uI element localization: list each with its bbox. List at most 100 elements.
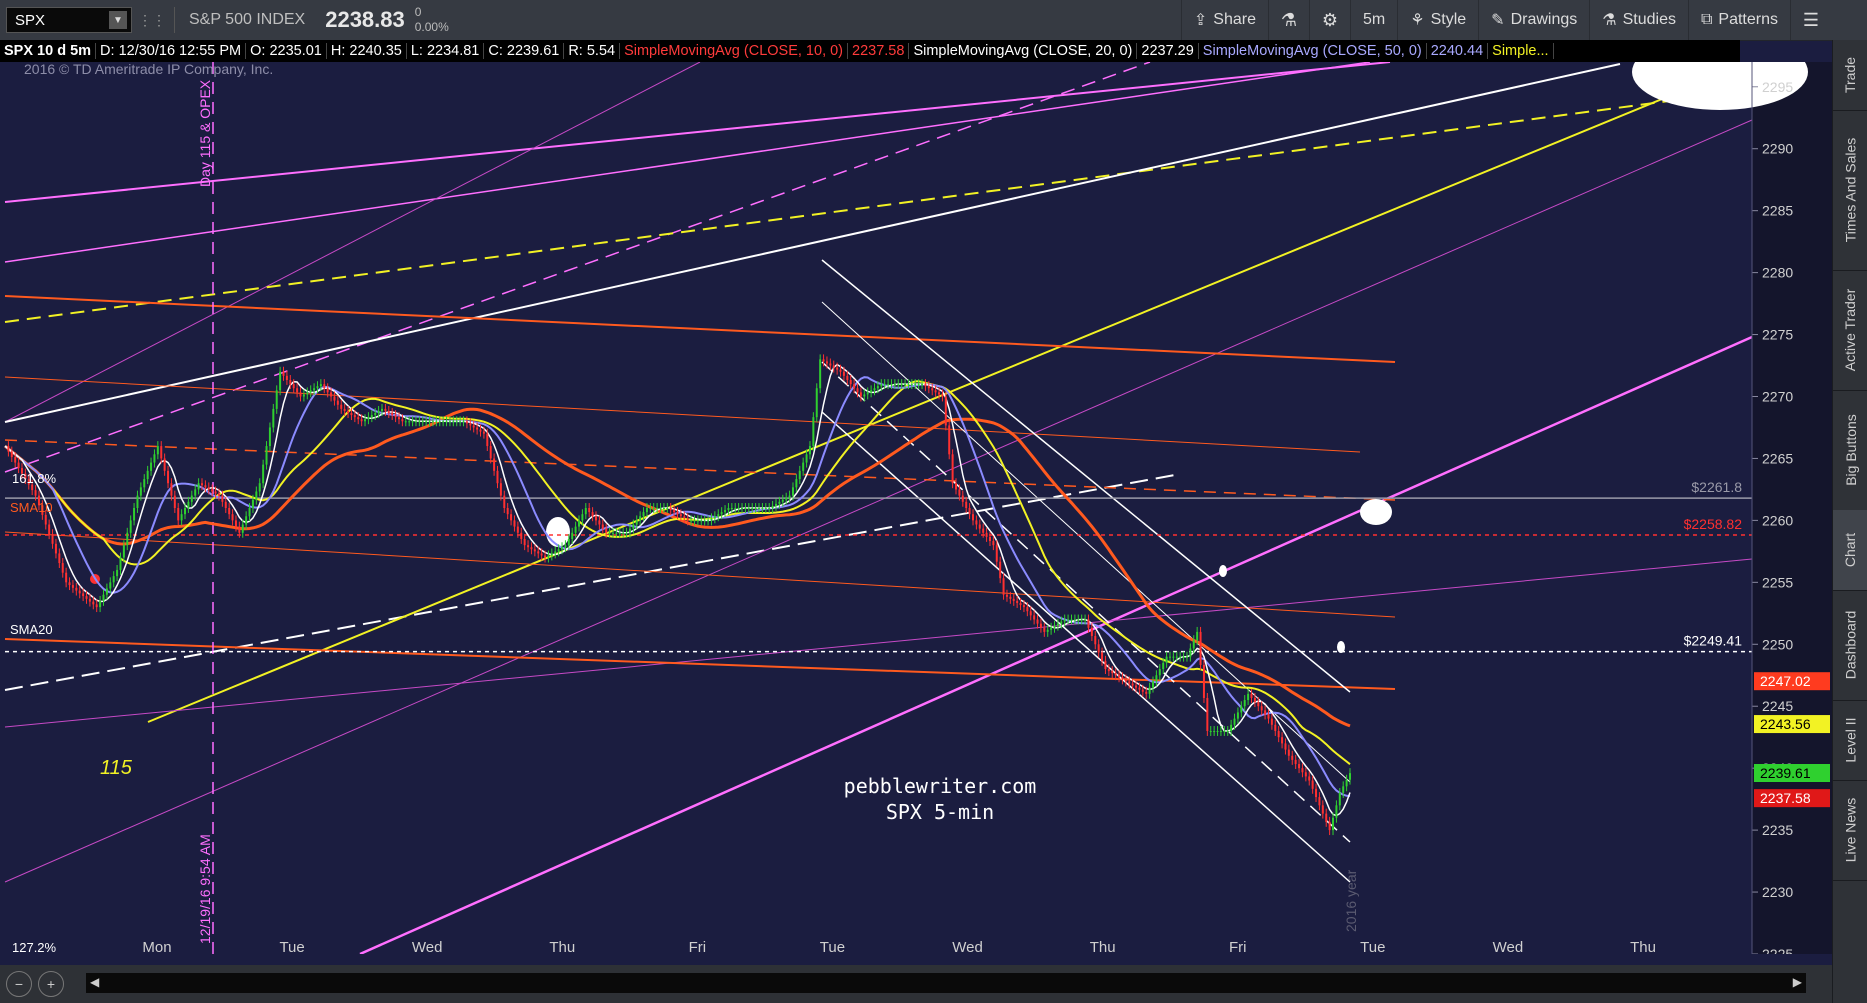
tab-live-news[interactable]: Live News bbox=[1833, 780, 1867, 881]
candle-body bbox=[245, 516, 248, 525]
flask-icon[interactable]: ⚗ bbox=[1268, 0, 1309, 40]
style-icon: ⚘ bbox=[1410, 12, 1425, 29]
candle-body bbox=[934, 390, 937, 393]
candle-body bbox=[1124, 679, 1127, 682]
studies-button[interactable]: ⚗ Studies bbox=[1589, 0, 1688, 40]
more-studies[interactable]: Simple... bbox=[1488, 43, 1554, 59]
scroll-left-icon[interactable]: ◀ bbox=[90, 975, 99, 989]
candle-body bbox=[1182, 656, 1185, 658]
candle-body bbox=[1219, 731, 1222, 732]
y-tick-label: 2280 bbox=[1762, 265, 1793, 281]
candle-body bbox=[156, 446, 159, 455]
candle-body bbox=[1199, 631, 1202, 665]
candle-body bbox=[1260, 706, 1263, 711]
candle-body bbox=[1315, 788, 1318, 798]
zoom-in-icon[interactable]: + bbox=[38, 971, 64, 997]
candle-body bbox=[465, 421, 468, 424]
candle-body bbox=[1325, 813, 1328, 822]
candle-body bbox=[105, 588, 108, 595]
candle-body bbox=[1206, 697, 1209, 731]
top-toolbar: SPX ▼ ⋮⋮ S&P 500 INDEX 2238.83 0 0.00% ⇪… bbox=[0, 0, 1867, 41]
tab-big-buttons[interactable]: Big Buttons bbox=[1833, 390, 1867, 511]
candle-body bbox=[1172, 656, 1175, 658]
price-chart[interactable]: $2261.8 $2258.82 $2249.41 2225 2230 2235 2240… bbox=[0, 34, 1832, 962]
candle-body bbox=[272, 408, 275, 428]
candle-body bbox=[819, 359, 822, 389]
candle-body bbox=[88, 598, 91, 602]
horizontal-line-label: $2258.82 bbox=[1684, 516, 1743, 532]
y-axis-background bbox=[1752, 62, 1832, 954]
candle-body bbox=[506, 508, 509, 515]
candle-body bbox=[1349, 773, 1351, 780]
candle-body bbox=[275, 390, 278, 409]
candle-body bbox=[194, 489, 197, 496]
symbol-selector[interactable]: SPX ▼ bbox=[6, 7, 132, 33]
zoom-out-icon[interactable]: − bbox=[6, 971, 32, 997]
candle-body bbox=[1274, 724, 1277, 731]
pencil-icon: ✎ bbox=[1491, 12, 1505, 29]
candle-body bbox=[1077, 619, 1080, 621]
candle-body bbox=[883, 384, 886, 386]
candle-body bbox=[710, 518, 713, 521]
candle-body bbox=[683, 516, 686, 519]
candle-body bbox=[71, 585, 74, 588]
candle-body bbox=[948, 425, 951, 455]
style-label: Style bbox=[1430, 11, 1467, 28]
candle-body bbox=[75, 587, 78, 591]
candle-body bbox=[910, 384, 913, 386]
candle-body bbox=[452, 421, 455, 423]
tab-level-ii[interactable]: Level II bbox=[1833, 700, 1867, 781]
candle-body bbox=[774, 503, 777, 506]
candle-body bbox=[1236, 712, 1239, 719]
scroll-right-icon[interactable]: ▶ bbox=[1793, 975, 1802, 989]
y-tick-label: 2295 bbox=[1762, 79, 1793, 95]
marker-ellipse bbox=[1219, 565, 1227, 577]
chart-area[interactable]: $2261.8 $2258.82 $2249.41 2225 2230 2235 2240… bbox=[0, 34, 1832, 962]
candle-body bbox=[313, 388, 316, 391]
candle-body bbox=[1304, 772, 1307, 777]
candle-body bbox=[78, 590, 81, 594]
candle-body bbox=[859, 392, 862, 397]
drawings-button[interactable]: ✎ Drawings bbox=[1478, 0, 1589, 40]
candle-body bbox=[594, 516, 597, 521]
candle-body bbox=[1012, 598, 1015, 601]
horizontal-scrollbar[interactable]: ◀ ▶ bbox=[86, 973, 1806, 993]
patterns-button[interactable]: ⧉ Patterns bbox=[1687, 0, 1790, 40]
interval-button[interactable]: 5m bbox=[1350, 0, 1397, 40]
candle-body bbox=[1043, 627, 1046, 632]
tab-chart[interactable]: Chart bbox=[1833, 510, 1867, 591]
candle-body bbox=[605, 528, 608, 533]
candle-body bbox=[503, 495, 506, 508]
gear-icon[interactable]: ⚙ bbox=[1309, 0, 1350, 40]
candle-body bbox=[601, 524, 604, 529]
candle-body bbox=[1270, 718, 1273, 725]
x-tick-label: Fri bbox=[689, 939, 707, 954]
share-button[interactable]: ⇪ Share bbox=[1180, 0, 1268, 40]
tab-active-trader[interactable]: Active Trader bbox=[1833, 270, 1867, 391]
candle-body bbox=[853, 384, 856, 389]
candle-body bbox=[893, 384, 896, 386]
candle-body bbox=[547, 555, 550, 558]
candle-body bbox=[1342, 786, 1345, 793]
handle-icon[interactable]: ⋮⋮ bbox=[138, 12, 166, 29]
candle-body bbox=[866, 392, 869, 395]
candle-body bbox=[316, 386, 319, 389]
candle-body bbox=[958, 489, 961, 496]
horizontal-line-label: $2249.41 bbox=[1684, 633, 1743, 649]
chevron-down-icon[interactable]: ▼ bbox=[109, 11, 127, 29]
tab-times-and-sales[interactable]: Times And Sales bbox=[1833, 110, 1867, 271]
candle-body bbox=[489, 446, 492, 459]
tab-trade[interactable]: Trade bbox=[1833, 40, 1867, 111]
candle-body bbox=[112, 576, 115, 583]
candle-body bbox=[849, 379, 852, 385]
tab-dashboard[interactable]: Dashboard bbox=[1833, 590, 1867, 701]
x-tick-label: Fri bbox=[1229, 939, 1247, 954]
candle-body bbox=[836, 367, 839, 370]
x-tick-label: Thu bbox=[1630, 939, 1656, 954]
menu-icon[interactable]: ☰ bbox=[1790, 0, 1831, 40]
candle-body bbox=[530, 547, 533, 550]
candle-body bbox=[1009, 596, 1012, 599]
interval-label: 5m bbox=[1363, 11, 1386, 28]
style-button[interactable]: ⚘ Style bbox=[1397, 0, 1478, 40]
candle-body bbox=[713, 516, 716, 519]
